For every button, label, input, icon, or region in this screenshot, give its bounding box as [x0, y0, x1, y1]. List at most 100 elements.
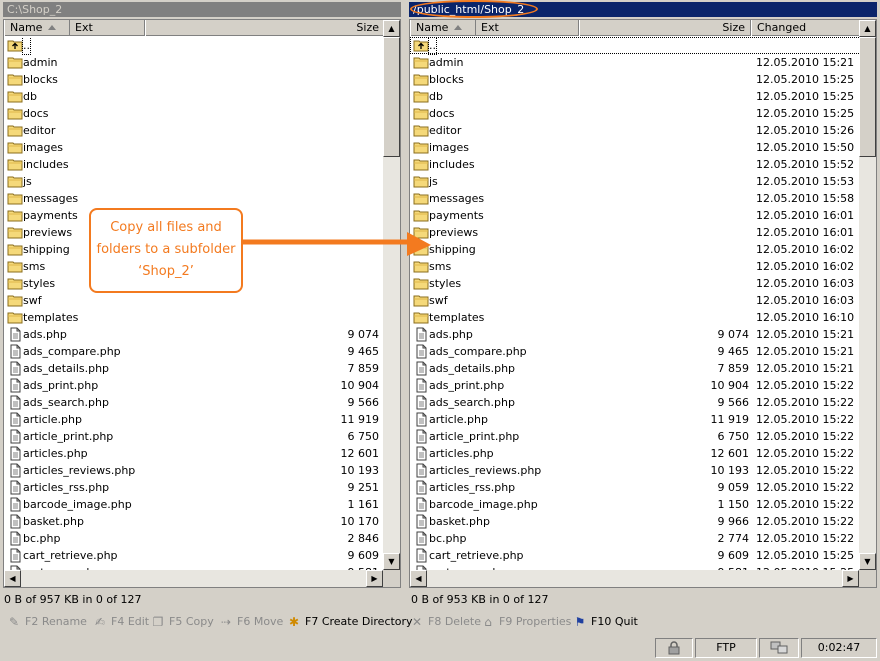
- file-row[interactable]: ads_print.php 10 904 12.05.2010 15:22: [410, 377, 861, 394]
- scroll-left-icon[interactable]: ◀: [4, 570, 21, 587]
- quit-button[interactable]: ⚑ F10 Quit: [572, 613, 638, 631]
- item-name: ads.php: [23, 328, 67, 341]
- file-row[interactable]: articles_rss.php 9 251: [4, 479, 385, 496]
- right-scroll-thumb[interactable]: [859, 37, 876, 157]
- scroll-left-icon[interactable]: ◀: [410, 570, 427, 587]
- item-name: basket.php: [23, 515, 84, 528]
- folder-row[interactable]: swf: [4, 292, 385, 309]
- file-row[interactable]: ads_compare.php 9 465 12.05.2010 15:21: [410, 343, 861, 360]
- folder-row[interactable]: editor 12.05.2010 15:26: [410, 122, 861, 139]
- copy-button[interactable]: ❐ F5 Copy: [150, 613, 214, 631]
- file-row[interactable]: ads_search.php 9 566 12.05.2010 15:22: [410, 394, 861, 411]
- scroll-right-icon[interactable]: ▶: [842, 570, 859, 587]
- file-row[interactable]: bc.php 2 846: [4, 530, 385, 547]
- file-row[interactable]: articles.php 12 601: [4, 445, 385, 462]
- scroll-up-icon[interactable]: ▲: [383, 20, 400, 37]
- folder-row[interactable]: images: [4, 139, 385, 156]
- file-row[interactable]: basket.php 10 170: [4, 513, 385, 530]
- left-scroll-thumb[interactable]: [383, 37, 400, 157]
- folder-row[interactable]: payments 12.05.2010 16:01: [410, 207, 861, 224]
- folder-icon: [413, 72, 429, 87]
- file-row[interactable]: article.php 11 919: [4, 411, 385, 428]
- properties-button[interactable]: ⌂ F9 Properties: [480, 613, 571, 631]
- right-path-bar[interactable]: /public_html/Shop_2: [409, 0, 877, 18]
- left-col-name[interactable]: Name: [4, 20, 70, 36]
- file-row[interactable]: ads.php 9 074 12.05.2010 15:21: [410, 326, 861, 343]
- file-row[interactable]: articles_reviews.php 10 193 12.05.2010 15:…: [410, 462, 861, 479]
- folder-row[interactable]: includes 12.05.2010 15:52: [410, 156, 861, 173]
- file-row[interactable]: ads_search.php 9 566: [4, 394, 385, 411]
- left-col-size[interactable]: Size: [145, 20, 385, 36]
- file-row[interactable]: cart_retrieve.php 9 609: [4, 547, 385, 564]
- folder-row[interactable]: admin: [4, 54, 385, 71]
- file-row[interactable]: ads.php 9 074: [4, 326, 385, 343]
- file-row[interactable]: article_print.php 6 750 12.05.2010 15:22: [410, 428, 861, 445]
- folder-row[interactable]: previews 12.05.2010 16:01: [410, 224, 861, 241]
- folder-row[interactable]: js 12.05.2010 15:53: [410, 173, 861, 190]
- folder-row[interactable]: includes: [4, 156, 385, 173]
- file-row[interactable]: articles_rss.php 9 059 12.05.2010 15:22: [410, 479, 861, 496]
- folder-row[interactable]: editor: [4, 122, 385, 139]
- file-row[interactable]: ads_details.php 7 859: [4, 360, 385, 377]
- right-file-list[interactable]: Name Ext Size Changed .. admin 12.05.2010 …: [409, 19, 877, 588]
- rename-button[interactable]: ✎ F2 Rename: [6, 613, 87, 631]
- folder-row[interactable]: messages 12.05.2010 15:58: [410, 190, 861, 207]
- folder-row[interactable]: docs: [4, 105, 385, 122]
- folder-row[interactable]: blocks 12.05.2010 15:25: [410, 71, 861, 88]
- file-icon: [413, 327, 429, 342]
- left-file-list[interactable]: Name Ext Size .. admin blocks db docs editor i…: [3, 19, 401, 588]
- mkdir-button[interactable]: ✱ F7 Create Directory: [286, 613, 413, 631]
- file-row[interactable]: articles_reviews.php 10 193: [4, 462, 385, 479]
- file-row[interactable]: articles.php 12 601 12.05.2010 15:22: [410, 445, 861, 462]
- folder-row[interactable]: templates 12.05.2010 16:10: [410, 309, 861, 326]
- right-col-name[interactable]: Name: [410, 20, 476, 36]
- file-row[interactable]: ads_print.php 10 904: [4, 377, 385, 394]
- folder-row[interactable]: js: [4, 173, 385, 190]
- left-horizontal-scrollbar[interactable]: ◀ ▶: [4, 570, 400, 587]
- right-col-size[interactable]: Size: [579, 20, 751, 36]
- folder-row[interactable]: images 12.05.2010 15:50: [410, 139, 861, 156]
- file-row[interactable]: ads_compare.php 9 465: [4, 343, 385, 360]
- left-col-ext[interactable]: Ext: [70, 20, 145, 36]
- item-size: 2 774: [717, 532, 750, 545]
- scroll-up-icon[interactable]: ▲: [859, 20, 876, 37]
- item-size: 1 150: [717, 498, 750, 511]
- right-col-changed[interactable]: Changed: [751, 20, 861, 36]
- item-size: 9 074: [347, 328, 380, 341]
- folder-row[interactable]: shipping 12.05.2010 16:02: [410, 241, 861, 258]
- file-row[interactable]: basket.php 9 966 12.05.2010 15:22: [410, 513, 861, 530]
- file-icon: [413, 378, 429, 393]
- folder-row[interactable]: styles 12.05.2010 16:03: [410, 275, 861, 292]
- delete-button[interactable]: ✕ F8 Delete: [409, 613, 481, 631]
- file-row[interactable]: barcode_image.php 1 161: [4, 496, 385, 513]
- folder-row[interactable]: messages: [4, 190, 385, 207]
- folder-row[interactable]: sms 12.05.2010 16:02: [410, 258, 861, 275]
- folder-row[interactable]: blocks: [4, 71, 385, 88]
- file-row[interactable]: article_print.php 6 750: [4, 428, 385, 445]
- file-row[interactable]: cart_retrieve.php 9 609 12.05.2010 15:25: [410, 547, 861, 564]
- file-row[interactable]: barcode_image.php 1 150 12.05.2010 15:22: [410, 496, 861, 513]
- right-vertical-scrollbar[interactable]: ▲ ▼: [859, 20, 876, 570]
- edit-button[interactable]: ✍ F4 Edit: [92, 613, 149, 631]
- left-path-bar[interactable]: C:\Shop_2: [3, 2, 401, 17]
- parent-directory-row[interactable]: ..: [410, 37, 861, 55]
- left-vertical-scrollbar[interactable]: ▲ ▼: [383, 20, 400, 570]
- scroll-down-icon[interactable]: ▼: [383, 553, 400, 570]
- file-row[interactable]: article.php 11 919 12.05.2010 15:22: [410, 411, 861, 428]
- folder-row[interactable]: admin 12.05.2010 15:21: [410, 54, 861, 71]
- folder-row[interactable]: docs 12.05.2010 15:25: [410, 105, 861, 122]
- scroll-right-icon[interactable]: ▶: [366, 570, 383, 587]
- folder-row[interactable]: db: [4, 88, 385, 105]
- parent-directory-row[interactable]: ..: [4, 37, 385, 55]
- folder-row[interactable]: db 12.05.2010 15:25: [410, 88, 861, 105]
- folder-row[interactable]: templates: [4, 309, 385, 326]
- file-row[interactable]: ads_details.php 7 859 12.05.2010 15:21: [410, 360, 861, 377]
- scroll-down-icon[interactable]: ▼: [859, 553, 876, 570]
- folder-row[interactable]: swf 12.05.2010 16:03: [410, 292, 861, 309]
- file-icon: [7, 344, 23, 359]
- right-horizontal-scrollbar[interactable]: ◀ ▶: [410, 570, 876, 587]
- file-row[interactable]: bc.php 2 774 12.05.2010 15:22: [410, 530, 861, 547]
- right-col-ext[interactable]: Ext: [476, 20, 579, 36]
- move-button[interactable]: ⇢ F6 Move: [218, 613, 283, 631]
- item-size: 1 161: [347, 498, 380, 511]
